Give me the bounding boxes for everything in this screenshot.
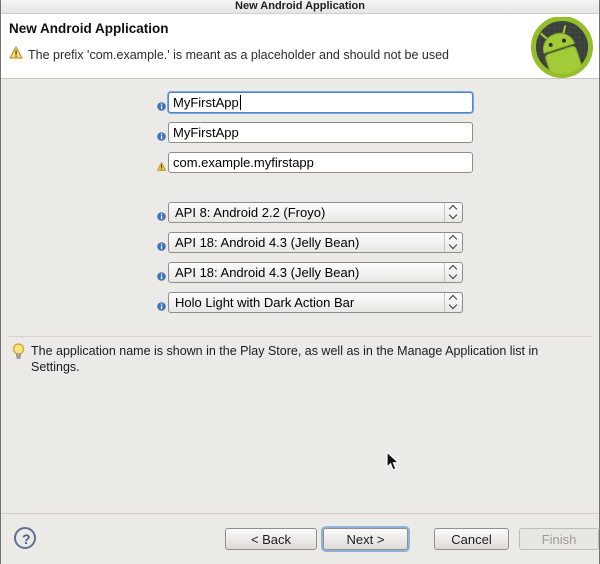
warning-message: The prefix 'com.example.' is meant as a … xyxy=(28,48,449,62)
warning-banner: The prefix 'com.example.' is meant as a … xyxy=(9,46,449,64)
target-sdk-value: API 18: Android 4.3 (Jelly Bean) xyxy=(175,235,359,250)
wizard-header: New Android Application The prefix 'com.… xyxy=(1,14,599,79)
note-separator xyxy=(8,336,592,337)
spinner-icon xyxy=(444,293,462,312)
info-icon xyxy=(157,238,166,247)
next-button[interactable]: Next > xyxy=(323,528,408,550)
info-icon xyxy=(157,98,166,107)
target-sdk-select[interactable]: API 18: Android 4.3 (Jelly Bean) xyxy=(168,232,463,253)
window-titlebar: New Android Application xyxy=(1,0,599,14)
mouse-cursor xyxy=(386,451,400,477)
warning-icon xyxy=(9,46,23,64)
project-name-input[interactable] xyxy=(168,122,473,143)
theme-value: Holo Light with Dark Action Bar xyxy=(175,295,354,310)
finish-button[interactable]: Finish xyxy=(519,528,599,550)
spinner-icon xyxy=(444,203,462,222)
info-icon xyxy=(157,128,166,137)
spinner-icon xyxy=(444,233,462,252)
cancel-button[interactable]: Cancel xyxy=(434,528,509,550)
footer-separator xyxy=(1,513,599,514)
info-icon xyxy=(157,298,166,307)
android-logo-icon xyxy=(529,17,595,84)
compile-with-value: API 18: Android 4.3 (Jelly Bean) xyxy=(175,265,359,280)
spinner-icon xyxy=(444,263,462,282)
minimum-sdk-select[interactable]: API 8: Android 2.2 (Froyo) xyxy=(168,202,463,223)
note-text: The application name is shown in the Pla… xyxy=(31,343,573,375)
package-name-input[interactable] xyxy=(168,152,473,173)
page-title: New Android Application xyxy=(9,21,169,36)
text-caret xyxy=(240,95,241,110)
help-button[interactable]: ? xyxy=(14,527,36,549)
compile-with-select[interactable]: API 18: Android 4.3 (Jelly Bean) xyxy=(168,262,463,283)
application-name-input[interactable] xyxy=(168,92,473,113)
new-android-application-dialog: New Android Application New Android Appl… xyxy=(0,0,600,564)
info-icon xyxy=(157,208,166,217)
window-title: New Android Application xyxy=(235,0,365,12)
minimum-sdk-value: API 8: Android 2.2 (Froyo) xyxy=(175,205,325,220)
theme-select[interactable]: Holo Light with Dark Action Bar xyxy=(168,292,463,313)
warning-icon xyxy=(157,158,166,167)
lightbulb-icon xyxy=(12,343,25,366)
info-icon xyxy=(157,268,166,277)
back-button[interactable]: < Back xyxy=(225,528,317,550)
